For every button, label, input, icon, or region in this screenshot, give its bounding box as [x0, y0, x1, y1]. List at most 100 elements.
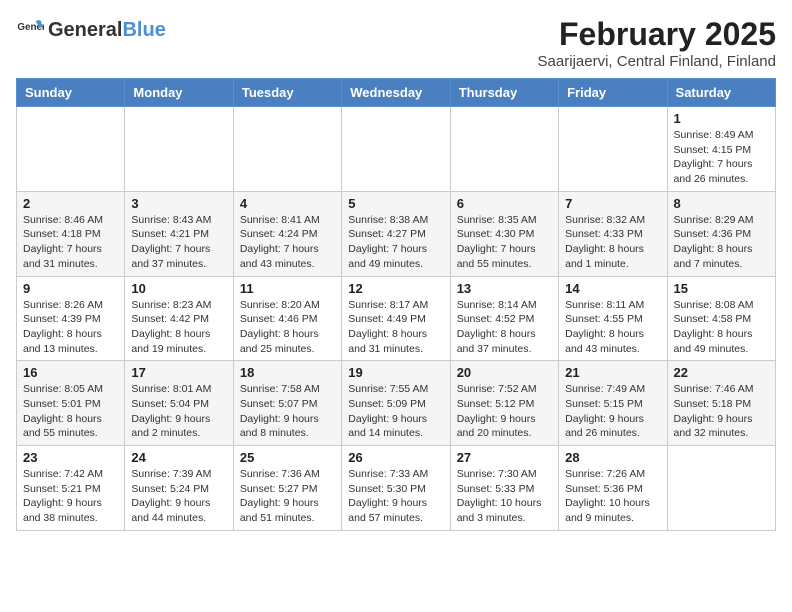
header-wednesday: Wednesday — [342, 79, 450, 107]
calendar-cell: 11Sunrise: 8:20 AM Sunset: 4:46 PM Dayli… — [233, 276, 341, 361]
day-info: Sunrise: 8:01 AM Sunset: 5:04 PM Dayligh… — [131, 382, 226, 441]
day-number: 15 — [674, 281, 769, 296]
day-info: Sunrise: 7:33 AM Sunset: 5:30 PM Dayligh… — [348, 467, 443, 526]
day-info: Sunrise: 8:38 AM Sunset: 4:27 PM Dayligh… — [348, 213, 443, 272]
header-friday: Friday — [559, 79, 667, 107]
day-info: Sunrise: 8:49 AM Sunset: 4:15 PM Dayligh… — [674, 128, 769, 187]
day-info: Sunrise: 7:58 AM Sunset: 5:07 PM Dayligh… — [240, 382, 335, 441]
day-info: Sunrise: 8:46 AM Sunset: 4:18 PM Dayligh… — [23, 213, 118, 272]
day-info: Sunrise: 8:29 AM Sunset: 4:36 PM Dayligh… — [674, 213, 769, 272]
day-number: 23 — [23, 450, 118, 465]
calendar-cell: 1 Sunrise: 8:49 AM Sunset: 4:15 PM Daylig… — [667, 107, 775, 192]
day-info: Sunrise: 7:52 AM Sunset: 5:12 PM Dayligh… — [457, 382, 552, 441]
calendar-cell: 23 Sunrise: 7:42 AM Sunset: 5:21 PM Dayli… — [17, 446, 125, 531]
calendar-cell: 26 Sunrise: 7:33 AM Sunset: 5:30 PM Dayli… — [342, 446, 450, 531]
calendar-cell: 19 Sunrise: 7:55 AM Sunset: 5:09 PM Dayli… — [342, 361, 450, 446]
day-number: 10 — [131, 281, 226, 296]
calendar-cell: 10 Sunrise: 8:23 AM Sunset: 4:42 PM Dayli… — [125, 276, 233, 361]
day-info: Sunrise: 8:32 AM Sunset: 4:33 PM Dayligh… — [565, 213, 660, 272]
day-info: Sunrise: 7:42 AM Sunset: 5:21 PM Dayligh… — [23, 467, 118, 526]
header-monday: Monday — [125, 79, 233, 107]
calendar-cell: 21 Sunrise: 7:49 AM Sunset: 5:15 PM Dayli… — [559, 361, 667, 446]
month-title: February 2025 — [538, 16, 776, 53]
subtitle: Saarijaervi, Central Finland, Finland — [538, 53, 776, 70]
day-number: 21 — [565, 365, 660, 380]
calendar-cell: 12 Sunrise: 8:17 AM Sunset: 4:49 PM Dayli… — [342, 276, 450, 361]
calendar-cell — [233, 107, 341, 192]
day-number: 26 — [348, 450, 443, 465]
logo: General GeneralBlue — [16, 16, 166, 44]
calendar-cell: 22 Sunrise: 7:46 AM Sunset: 5:18 PM Dayli… — [667, 361, 775, 446]
calendar-cell: 3Sunrise: 8:43 AM Sunset: 4:21 PM Daylig… — [125, 191, 233, 276]
day-number: 7 — [565, 196, 660, 211]
day-number: 2 — [23, 196, 118, 211]
day-number: 24 — [131, 450, 226, 465]
calendar-cell: 18 Sunrise: 7:58 AM Sunset: 5:07 PM Dayli… — [233, 361, 341, 446]
calendar-cell: 15 Sunrise: 8:08 AM Sunset: 4:58 PM Dayli… — [667, 276, 775, 361]
day-info: Sunrise: 8:41 AM Sunset: 4:24 PM Dayligh… — [240, 213, 335, 272]
day-number: 5 — [348, 196, 443, 211]
day-number: 8 — [674, 196, 769, 211]
day-number: 14 — [565, 281, 660, 296]
calendar-cell — [667, 446, 775, 531]
header-saturday: Saturday — [667, 79, 775, 107]
day-info: Sunrise: 8:23 AM Sunset: 4:42 PM Dayligh… — [131, 298, 226, 357]
day-info: Sunrise: 8:17 AM Sunset: 4:49 PM Dayligh… — [348, 298, 443, 357]
calendar-cell: 24 Sunrise: 7:39 AM Sunset: 5:24 PM Dayli… — [125, 446, 233, 531]
day-number: 28 — [565, 450, 660, 465]
day-number: 27 — [457, 450, 552, 465]
calendar-cell: 16 Sunrise: 8:05 AM Sunset: 5:01 PM Dayli… — [17, 361, 125, 446]
day-number: 19 — [348, 365, 443, 380]
calendar-cell: 20 Sunrise: 7:52 AM Sunset: 5:12 PM Dayli… — [450, 361, 558, 446]
calendar-week-5: 23 Sunrise: 7:42 AM Sunset: 5:21 PM Dayli… — [17, 446, 776, 531]
day-number: 18 — [240, 365, 335, 380]
day-info: Sunrise: 7:46 AM Sunset: 5:18 PM Dayligh… — [674, 382, 769, 441]
calendar-cell: 25Sunrise: 7:36 AM Sunset: 5:27 PM Dayli… — [233, 446, 341, 531]
day-number: 17 — [131, 365, 226, 380]
day-number: 12 — [348, 281, 443, 296]
day-number: 1 — [674, 111, 769, 126]
header-tuesday: Tuesday — [233, 79, 341, 107]
calendar-cell: 6Sunrise: 8:35 AM Sunset: 4:30 PM Daylig… — [450, 191, 558, 276]
header-sunday: Sunday — [17, 79, 125, 107]
day-info: Sunrise: 7:49 AM Sunset: 5:15 PM Dayligh… — [565, 382, 660, 441]
calendar-cell: 28Sunrise: 7:26 AM Sunset: 5:36 PM Dayli… — [559, 446, 667, 531]
day-info: Sunrise: 8:20 AM Sunset: 4:46 PM Dayligh… — [240, 298, 335, 357]
day-info: Sunrise: 8:11 AM Sunset: 4:55 PM Dayligh… — [565, 298, 660, 357]
calendar-cell — [342, 107, 450, 192]
day-number: 6 — [457, 196, 552, 211]
logo-general: General — [48, 19, 122, 41]
calendar-cell — [125, 107, 233, 192]
title-area: February 2025 Saarijaervi, Central Finla… — [538, 16, 776, 70]
day-number: 20 — [457, 365, 552, 380]
calendar-cell — [450, 107, 558, 192]
day-number: 9 — [23, 281, 118, 296]
day-info: Sunrise: 7:39 AM Sunset: 5:24 PM Dayligh… — [131, 467, 226, 526]
day-info: Sunrise: 8:14 AM Sunset: 4:52 PM Dayligh… — [457, 298, 552, 357]
day-info: Sunrise: 8:05 AM Sunset: 5:01 PM Dayligh… — [23, 382, 118, 441]
header-thursday: Thursday — [450, 79, 558, 107]
day-number: 4 — [240, 196, 335, 211]
calendar-week-4: 16 Sunrise: 8:05 AM Sunset: 5:01 PM Dayli… — [17, 361, 776, 446]
logo-blue: Blue — [122, 19, 165, 41]
day-number: 22 — [674, 365, 769, 380]
calendar-cell — [559, 107, 667, 192]
calendar-week-2: 2 Sunrise: 8:46 AM Sunset: 4:18 PM Daylig… — [17, 191, 776, 276]
calendar-week-1: 1 Sunrise: 8:49 AM Sunset: 4:15 PM Daylig… — [17, 107, 776, 192]
calendar-cell — [17, 107, 125, 192]
day-number: 16 — [23, 365, 118, 380]
day-number: 25 — [240, 450, 335, 465]
day-info: Sunrise: 8:08 AM Sunset: 4:58 PM Dayligh… — [674, 298, 769, 357]
calendar-cell: 5 Sunrise: 8:38 AM Sunset: 4:27 PM Daylig… — [342, 191, 450, 276]
calendar-cell: 8 Sunrise: 8:29 AM Sunset: 4:36 PM Daylig… — [667, 191, 775, 276]
header: General GeneralBlue February 2025 Saarij… — [16, 16, 776, 70]
day-number: 13 — [457, 281, 552, 296]
logo-text: GeneralBlue — [48, 19, 166, 42]
calendar-cell: 14 Sunrise: 8:11 AM Sunset: 4:55 PM Dayli… — [559, 276, 667, 361]
calendar-cell: 4 Sunrise: 8:41 AM Sunset: 4:24 PM Daylig… — [233, 191, 341, 276]
day-info: Sunrise: 7:55 AM Sunset: 5:09 PM Dayligh… — [348, 382, 443, 441]
calendar-week-3: 9Sunrise: 8:26 AM Sunset: 4:39 PM Daylig… — [17, 276, 776, 361]
calendar-cell: 2 Sunrise: 8:46 AM Sunset: 4:18 PM Daylig… — [17, 191, 125, 276]
day-info: Sunrise: 8:43 AM Sunset: 4:21 PM Dayligh… — [131, 213, 226, 272]
calendar-cell: 27Sunrise: 7:30 AM Sunset: 5:33 PM Dayli… — [450, 446, 558, 531]
